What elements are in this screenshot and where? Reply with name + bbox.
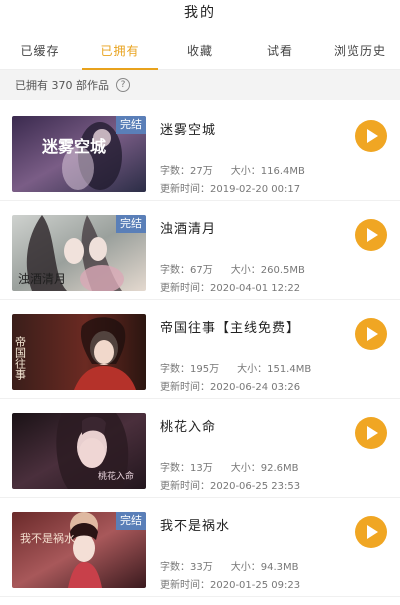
book-stats: 字数：195万 大小：151.4MB xyxy=(160,364,312,375)
play-icon xyxy=(367,426,378,440)
book-title[interactable]: 我不是祸水 xyxy=(160,515,230,534)
file-size: 260.5MB xyxy=(260,265,305,276)
update-time: 2020-01-25 09:23 xyxy=(210,580,301,591)
play-button[interactable] xyxy=(355,417,387,449)
play-icon xyxy=(367,129,378,143)
word-count: 13万 xyxy=(190,463,213,474)
book-list: 迷雾空城 完结 迷雾空城 字数：27万 大小：116.4MB 更新时间：2019-… xyxy=(0,102,400,597)
book-item[interactable]: 我不是祸水 完结 我不是祸水 字数：33万 大小：94.3MB 更新时间：2020… xyxy=(0,498,400,597)
play-icon xyxy=(367,327,378,341)
book-cover[interactable]: 桃花入命 xyxy=(12,413,146,489)
file-size: 92.6MB xyxy=(260,463,299,474)
page-header: 我的 xyxy=(0,0,400,32)
help-icon[interactable]: ? xyxy=(116,78,130,92)
book-stats: 字数：33万 大小：94.3MB xyxy=(160,562,299,573)
book-updated: 更新时间：2020-06-25 23:53 xyxy=(160,481,301,492)
owned-count-text: 已拥有 370 部作品 xyxy=(15,79,109,92)
book-cover[interactable]: 浊酒清月 完结 xyxy=(12,215,146,291)
book-title[interactable]: 浊酒清月 xyxy=(160,218,216,237)
book-stats: 字数：13万 大小：92.6MB xyxy=(160,463,299,474)
play-button[interactable] xyxy=(355,120,387,152)
file-size: 151.4MB xyxy=(267,364,312,375)
tab-history[interactable]: 浏览历史 xyxy=(320,32,400,69)
book-item[interactable]: 浊酒清月 完结 浊酒清月 字数：67万 大小：260.5MB 更新时间：2020-… xyxy=(0,201,400,300)
book-item[interactable]: 帝国往事 帝国往事【主线免费】 字数：195万 大小：151.4MB 更新时间：2… xyxy=(0,300,400,399)
update-time: 2019-02-20 00:17 xyxy=(210,184,301,195)
status-badge: 完结 xyxy=(116,215,146,233)
cover-title-text: 迷雾空城 xyxy=(41,137,106,156)
update-time: 2020-06-25 23:53 xyxy=(210,481,301,492)
word-count: 195万 xyxy=(190,364,220,375)
owned-summary: 已拥有 370 部作品 ? xyxy=(0,70,400,100)
tab-cached[interactable]: 已缓存 xyxy=(0,32,80,69)
cover-title-text: 帝国往事 xyxy=(14,335,27,380)
play-icon xyxy=(367,228,378,242)
book-updated: 更新时间：2020-04-01 12:22 xyxy=(160,283,301,294)
book-updated: 更新时间：2020-01-25 09:23 xyxy=(160,580,301,591)
book-title[interactable]: 帝国往事【主线免费】 xyxy=(160,317,300,336)
update-time: 2020-06-24 03:26 xyxy=(210,382,301,393)
book-cover[interactable]: 帝国往事 xyxy=(12,314,146,390)
cover-title-text: 桃花入命 xyxy=(98,470,134,482)
book-item[interactable]: 桃花入命 桃花入命 字数：13万 大小：92.6MB 更新时间：2020-06-2… xyxy=(0,399,400,498)
cover-title-text: 我不是祸水 xyxy=(20,531,75,545)
update-time: 2020-04-01 12:22 xyxy=(210,283,301,294)
word-count: 27万 xyxy=(190,166,213,177)
file-size: 116.4MB xyxy=(260,166,305,177)
tab-bar: 已缓存 已拥有 收藏 试看 浏览历史 xyxy=(0,32,400,70)
page-title: 我的 xyxy=(184,5,216,21)
tab-trial[interactable]: 试看 xyxy=(240,32,320,69)
book-cover[interactable]: 我不是祸水 完结 xyxy=(12,512,146,588)
tab-owned[interactable]: 已拥有 xyxy=(80,32,160,70)
play-icon xyxy=(367,525,378,539)
book-stats: 字数：67万 大小：260.5MB xyxy=(160,265,305,276)
word-count: 67万 xyxy=(190,265,213,276)
book-item[interactable]: 迷雾空城 完结 迷雾空城 字数：27万 大小：116.4MB 更新时间：2019-… xyxy=(0,102,400,201)
play-button[interactable] xyxy=(355,318,387,350)
book-stats: 字数：27万 大小：116.4MB xyxy=(160,166,305,177)
status-badge: 完结 xyxy=(116,116,146,134)
play-button[interactable] xyxy=(355,516,387,548)
file-size: 94.3MB xyxy=(260,562,299,573)
book-title[interactable]: 桃花入命 xyxy=(160,416,216,435)
cover-title-text: 浊酒清月 xyxy=(18,272,66,286)
status-badge: 完结 xyxy=(116,512,146,530)
tab-favorites[interactable]: 收藏 xyxy=(160,32,240,69)
book-updated: 更新时间：2020-06-24 03:26 xyxy=(160,382,301,393)
book-cover[interactable]: 迷雾空城 完结 xyxy=(12,116,146,192)
book-updated: 更新时间：2019-02-20 00:17 xyxy=(160,184,301,195)
play-button[interactable] xyxy=(355,219,387,251)
book-title[interactable]: 迷雾空城 xyxy=(160,119,216,138)
word-count: 33万 xyxy=(190,562,213,573)
